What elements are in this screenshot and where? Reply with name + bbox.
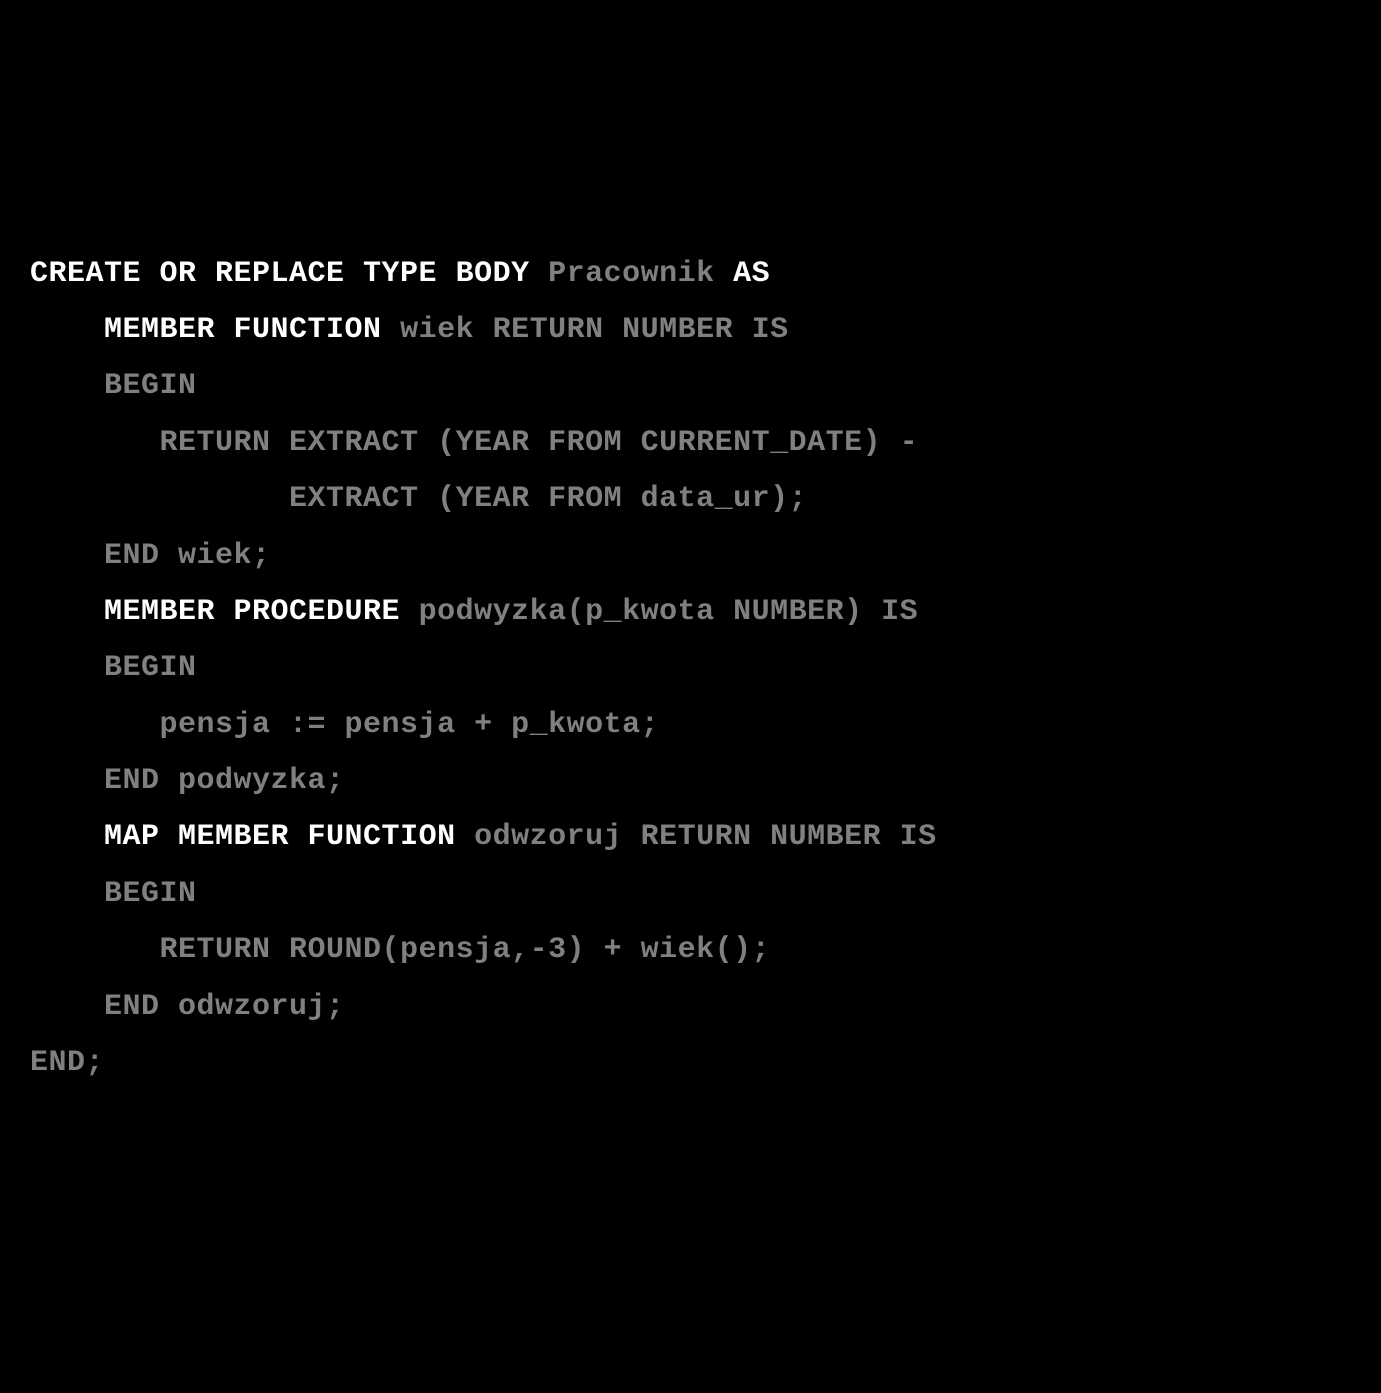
indent xyxy=(30,820,104,854)
procedure-signature: podwyzka(p_kwota NUMBER) IS xyxy=(400,595,918,629)
keyword-member-function: MEMBER FUNCTION xyxy=(104,313,382,347)
keyword-create: CREATE OR REPLACE TYPE BODY xyxy=(30,257,530,291)
keyword-member-procedure: MEMBER PROCEDURE xyxy=(104,595,400,629)
code-line: RETURN EXTRACT (YEAR FROM CURRENT_DATE) … xyxy=(30,426,918,460)
function-signature: odwzoruj RETURN NUMBER IS xyxy=(456,820,937,854)
code-line: END podwyzka; xyxy=(30,764,345,798)
code-line: END wiek; xyxy=(30,539,271,573)
code-line: END; xyxy=(30,1046,104,1080)
code-line: EXTRACT (YEAR FROM data_ur); xyxy=(30,482,807,516)
function-signature: wiek RETURN NUMBER IS xyxy=(382,313,789,347)
code-line: pensja := pensja + p_kwota; xyxy=(30,708,659,742)
keyword-map-member-function: MAP MEMBER FUNCTION xyxy=(104,820,456,854)
type-name: Pracownik xyxy=(530,257,734,291)
code-line: BEGIN xyxy=(30,369,197,403)
indent xyxy=(30,595,104,629)
code-line: END odwzoruj; xyxy=(30,990,345,1024)
code-line: BEGIN xyxy=(30,877,197,911)
code-line: BEGIN xyxy=(30,651,197,685)
keyword-as: AS xyxy=(733,257,770,291)
indent xyxy=(30,313,104,347)
code-line: RETURN ROUND(pensja,-3) + wiek(); xyxy=(30,933,770,967)
code-block: CREATE OR REPLACE TYPE BODY Pracownik AS… xyxy=(30,246,1351,1092)
